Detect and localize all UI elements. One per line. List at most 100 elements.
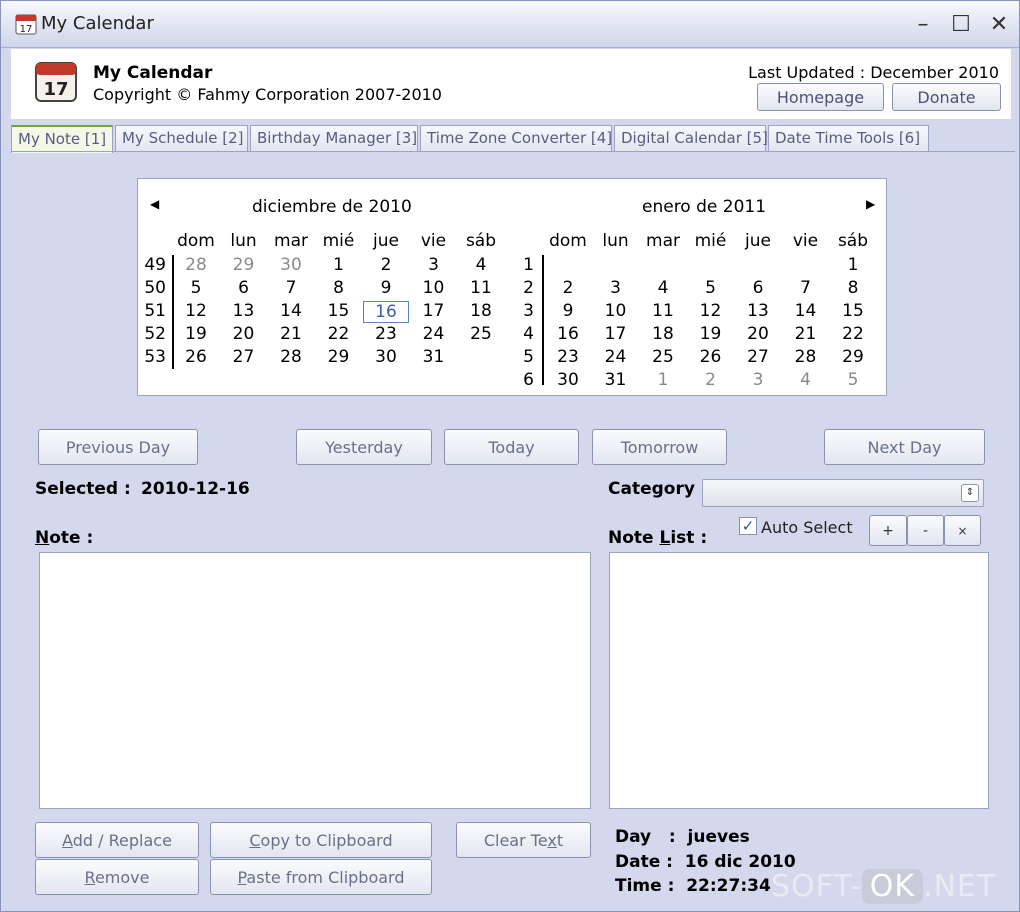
right-calendar-day[interactable]: 25	[640, 347, 686, 367]
right-calendar-day[interactable]: 11	[640, 301, 686, 321]
left-calendar-day[interactable]: 23	[363, 324, 409, 344]
right-calendar-day[interactable]: 12	[688, 301, 734, 321]
right-calendar-day[interactable]: 18	[640, 324, 686, 344]
paste-from-clipboard-button[interactable]: Paste from Clipboard	[210, 859, 432, 895]
left-calendar-day[interactable]: 30	[268, 255, 314, 275]
right-calendar-day[interactable]: 23	[545, 347, 591, 367]
right-calendar-day[interactable]: 4	[783, 370, 829, 390]
left-calendar-day[interactable]: 27	[221, 347, 267, 367]
right-calendar-day[interactable]: 9	[545, 301, 591, 321]
right-calendar-day[interactable]: 27	[735, 347, 781, 367]
left-calendar-day[interactable]: 7	[268, 278, 314, 298]
prev-month-icon[interactable]: ◀	[150, 197, 159, 211]
add-replace-button[interactable]: Add / Replace	[35, 822, 199, 858]
right-calendar-day[interactable]: 28	[783, 347, 829, 367]
today-button[interactable]: Today	[444, 429, 579, 465]
left-calendar-day[interactable]: 28	[268, 347, 314, 367]
left-calendar-day[interactable]: 9	[363, 278, 409, 298]
next-month-icon[interactable]: ▶	[866, 197, 875, 211]
left-calendar-day[interactable]: 1	[316, 255, 362, 275]
left-calendar-day[interactable]: 29	[316, 347, 362, 367]
right-calendar-day[interactable]: 5	[830, 370, 876, 390]
right-calendar-day[interactable]: 6	[735, 278, 781, 298]
right-calendar-day[interactable]: 22	[830, 324, 876, 344]
remove-button[interactable]: Remove	[35, 859, 199, 895]
right-calendar-day[interactable]: 14	[783, 301, 829, 321]
right-calendar-day[interactable]: 20	[735, 324, 781, 344]
yesterday-button[interactable]: Yesterday	[296, 429, 432, 465]
right-calendar-day[interactable]: 5	[688, 278, 734, 298]
right-calendar-day[interactable]: 8	[830, 278, 876, 298]
remove-note-button[interactable]: -	[907, 515, 944, 546]
tab-date-time-tools[interactable]: Date Time Tools [6]	[768, 125, 929, 151]
right-calendar-day[interactable]: 13	[735, 301, 781, 321]
maximize-icon[interactable]: ☐	[947, 11, 975, 39]
right-calendar-day[interactable]: 4	[640, 278, 686, 298]
note-textarea[interactable]	[39, 552, 591, 809]
right-calendar-day[interactable]: 31	[593, 370, 639, 390]
clear-notes-button[interactable]: ×	[944, 515, 981, 546]
left-calendar-day[interactable]: 18	[458, 301, 504, 321]
left-calendar-day[interactable]: 31	[411, 347, 457, 367]
left-calendar-day[interactable]: 17	[411, 301, 457, 321]
left-calendar-day[interactable]: 25	[458, 324, 504, 344]
left-calendar-day[interactable]: 16	[363, 301, 409, 323]
right-calendar-day[interactable]: 7	[783, 278, 829, 298]
left-calendar-day[interactable]: 22	[316, 324, 362, 344]
left-calendar-day[interactable]: 28	[173, 255, 219, 275]
left-calendar-day[interactable]: 5	[173, 278, 219, 298]
right-calendar-day[interactable]: 2	[688, 370, 734, 390]
right-calendar-day[interactable]: 21	[783, 324, 829, 344]
right-calendar-day[interactable]: 2	[545, 278, 591, 298]
next-day-button[interactable]: Next Day	[824, 429, 985, 465]
minimize-icon[interactable]: –	[909, 11, 937, 39]
right-calendar-day[interactable]: 16	[545, 324, 591, 344]
left-calendar-day[interactable]: 2	[363, 255, 409, 275]
previous-day-button[interactable]: Previous Day	[38, 429, 198, 465]
left-calendar-day[interactable]: 10	[411, 278, 457, 298]
left-calendar-day[interactable]: 4	[458, 255, 504, 275]
left-calendar-day[interactable]: 8	[316, 278, 362, 298]
right-calendar-day[interactable]: 26	[688, 347, 734, 367]
left-calendar-day[interactable]: 26	[173, 347, 219, 367]
right-calendar-day[interactable]: 3	[593, 278, 639, 298]
tab-my-schedule[interactable]: My Schedule [2]	[115, 125, 248, 151]
left-calendar-day[interactable]: 19	[173, 324, 219, 344]
close-icon[interactable]: ✕	[985, 11, 1013, 39]
homepage-button[interactable]: Homepage	[757, 83, 884, 111]
right-calendar-day[interactable]: 29	[830, 347, 876, 367]
tomorrow-button[interactable]: Tomorrow	[592, 429, 727, 465]
right-calendar-day[interactable]: 19	[688, 324, 734, 344]
donate-button[interactable]: Donate	[892, 83, 1001, 111]
left-calendar-day[interactable]: 12	[173, 301, 219, 321]
left-calendar-day[interactable]: 29	[221, 255, 267, 275]
note-list-box[interactable]	[609, 552, 989, 809]
right-calendar-day[interactable]: 10	[593, 301, 639, 321]
left-calendar-day[interactable]: 6	[221, 278, 267, 298]
tab-birthday-manager[interactable]: Birthday Manager [3]	[250, 125, 418, 151]
left-calendar-day[interactable]: 24	[411, 324, 457, 344]
left-calendar-day[interactable]: 30	[363, 347, 409, 367]
left-calendar-day[interactable]: 13	[221, 301, 267, 321]
chevron-updown-icon[interactable]: ⇕	[961, 484, 979, 502]
left-calendar-day[interactable]: 14	[268, 301, 314, 321]
tab-my-note[interactable]: My Note [1]	[11, 125, 113, 153]
month-calendar[interactable]: ◀ ▶ diciembre de 2010 enero de 2011 dom l…	[137, 178, 887, 396]
right-calendar-day[interactable]: 1	[640, 370, 686, 390]
auto-select-label[interactable]: Auto Select	[761, 518, 853, 537]
tab-time-zone-converter[interactable]: Time Zone Converter [4]	[420, 125, 612, 151]
left-calendar-day[interactable]: 11	[458, 278, 504, 298]
add-note-button[interactable]: +	[869, 515, 907, 546]
tab-digital-calendar[interactable]: Digital Calendar [5]	[614, 125, 768, 151]
clear-text-button[interactable]: Clear Text	[456, 822, 591, 858]
right-calendar-day[interactable]: 30	[545, 370, 591, 390]
right-calendar-day[interactable]: 3	[735, 370, 781, 390]
right-calendar-day[interactable]: 17	[593, 324, 639, 344]
left-calendar-day[interactable]: 21	[268, 324, 314, 344]
right-calendar-day[interactable]: 15	[830, 301, 876, 321]
left-calendar-day[interactable]: 20	[221, 324, 267, 344]
left-calendar-day[interactable]: 15	[316, 301, 362, 321]
right-calendar-day[interactable]: 1	[830, 255, 876, 275]
category-select[interactable]: ⇕	[702, 479, 984, 507]
right-calendar-day[interactable]: 24	[593, 347, 639, 367]
